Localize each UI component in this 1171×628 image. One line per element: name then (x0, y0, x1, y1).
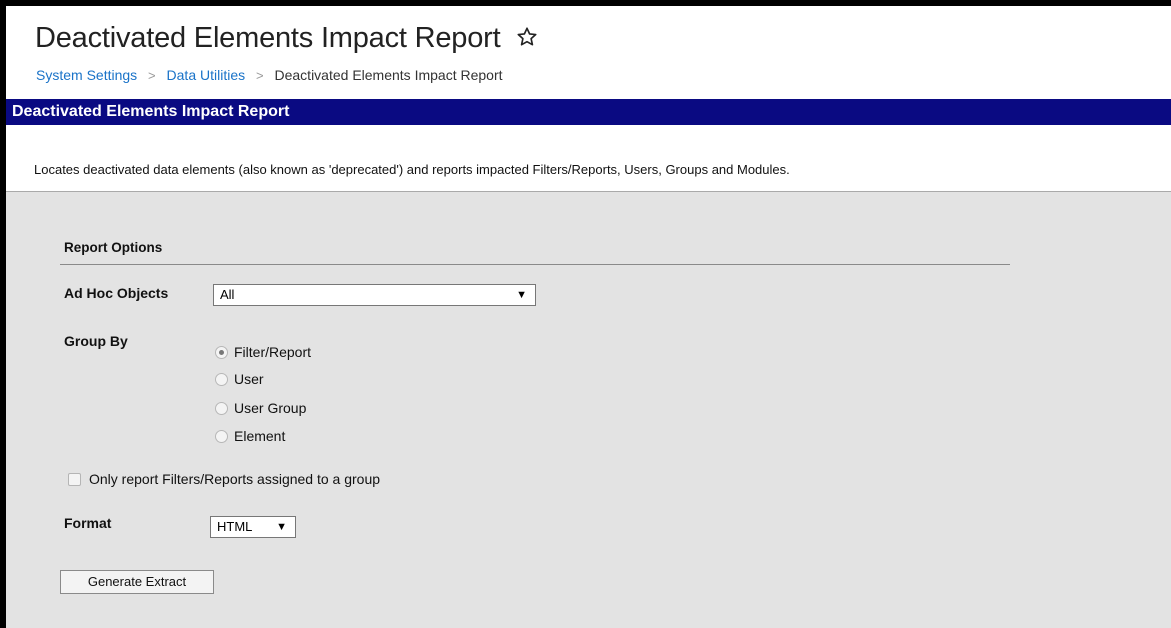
radio-group-by-filter-report[interactable]: Filter/Report (215, 342, 311, 362)
caret-down-icon: ▼ (516, 289, 527, 301)
breadcrumb-data-utilities[interactable]: Data Utilities (167, 67, 246, 83)
section-title: Report Options (64, 240, 163, 255)
radio-unselected-icon[interactable] (215, 401, 228, 415)
breadcrumb-current-page: Deactivated Elements Impact Report (274, 67, 503, 83)
radio-selected-icon[interactable] (215, 345, 228, 359)
report-description: Locates deactivated data elements (also … (34, 162, 790, 177)
caret-down-icon: ▼ (276, 521, 287, 533)
only-assigned-checkbox-row[interactable]: Only report Filters/Reports assigned to … (68, 471, 380, 487)
format-select[interactable]: HTML ▼ (210, 516, 296, 538)
chevron-right-icon: > (256, 68, 264, 83)
radio-group-by-user-group[interactable]: User Group (215, 398, 306, 418)
breadcrumb-system-settings[interactable]: System Settings (36, 67, 137, 83)
page-header: Deactivated Elements Impact Report Syste… (6, 6, 1171, 99)
radio-unselected-icon[interactable] (215, 372, 228, 386)
format-label: Format (64, 515, 112, 531)
radio-label: Filter/Report (234, 344, 312, 360)
group-by-label: Group By (64, 333, 128, 349)
radio-group-by-user[interactable]: User (215, 369, 264, 389)
ad-hoc-objects-select[interactable]: All ▼ (213, 284, 536, 306)
star-icon[interactable] (516, 26, 538, 48)
page-title: Deactivated Elements Impact Report (35, 22, 538, 55)
format-value: HTML (217, 519, 253, 534)
page-title-text: Deactivated Elements Impact Report (35, 22, 501, 54)
report-options-panel: Report Options Ad Hoc Objects All ▼ Grou… (6, 192, 1171, 628)
radio-label: User (234, 371, 264, 387)
ad-hoc-objects-label: Ad Hoc Objects (64, 285, 169, 301)
report-banner: Deactivated Elements Impact Report (6, 99, 1171, 125)
only-assigned-label: Only report Filters/Reports assigned to … (89, 471, 381, 487)
radio-label: Element (234, 428, 286, 444)
only-assigned-checkbox[interactable] (68, 472, 81, 486)
radio-unselected-icon[interactable] (215, 429, 228, 443)
section-divider (60, 264, 1010, 265)
ad-hoc-objects-value: All (220, 287, 235, 302)
chevron-right-icon: > (148, 68, 156, 83)
radio-group-by-element[interactable]: Element (215, 426, 285, 446)
breadcrumb: System Settings > Data Utilities > Deact… (36, 67, 503, 83)
window-frame: Deactivated Elements Impact Report Syste… (6, 6, 1171, 628)
generate-extract-button[interactable]: Generate Extract (60, 570, 214, 594)
description-area: Locates deactivated data elements (also … (6, 125, 1171, 192)
radio-label: User Group (234, 400, 307, 416)
